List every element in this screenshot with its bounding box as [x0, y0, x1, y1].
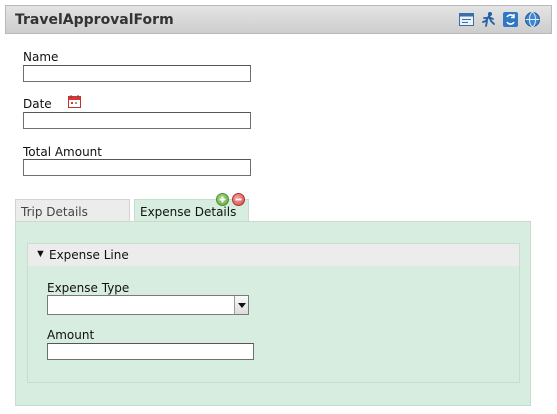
header-toolbar — [458, 11, 541, 28]
expense-type-label: Expense Type — [47, 281, 130, 295]
expense-type-select[interactable] — [47, 295, 249, 315]
form-title: TravelApprovalForm — [15, 12, 174, 28]
date-label: Date — [23, 97, 52, 111]
collapse-triangle-icon[interactable]: ▼ — [35, 248, 46, 260]
refresh-icon[interactable] — [502, 11, 519, 28]
amount-label: Amount — [47, 328, 95, 342]
expense-line-title: Expense Line — [49, 248, 129, 262]
minus-icon — [235, 198, 242, 201]
date-input[interactable] — [23, 112, 251, 129]
name-input[interactable] — [23, 65, 251, 82]
total-amount-input[interactable] — [23, 159, 251, 176]
tab-trip-details[interactable]: Trip Details — [15, 199, 130, 222]
amount-input[interactable] — [47, 343, 254, 360]
name-label: Name — [23, 50, 59, 64]
form-header: TravelApprovalForm — [5, 5, 552, 34]
plus-icon — [219, 196, 226, 203]
expense-line-header[interactable]: ▼ Expense Line — [28, 244, 519, 266]
calendar-icon[interactable] — [68, 95, 81, 108]
remove-tab-button[interactable] — [232, 193, 245, 206]
total-amount-label: Total Amount — [23, 145, 102, 159]
run-icon[interactable] — [480, 11, 497, 28]
dropdown-arrow-icon[interactable] — [234, 296, 248, 314]
form-view-icon[interactable] — [458, 11, 475, 28]
add-tab-button[interactable] — [216, 193, 229, 206]
globe-icon[interactable] — [524, 11, 541, 28]
